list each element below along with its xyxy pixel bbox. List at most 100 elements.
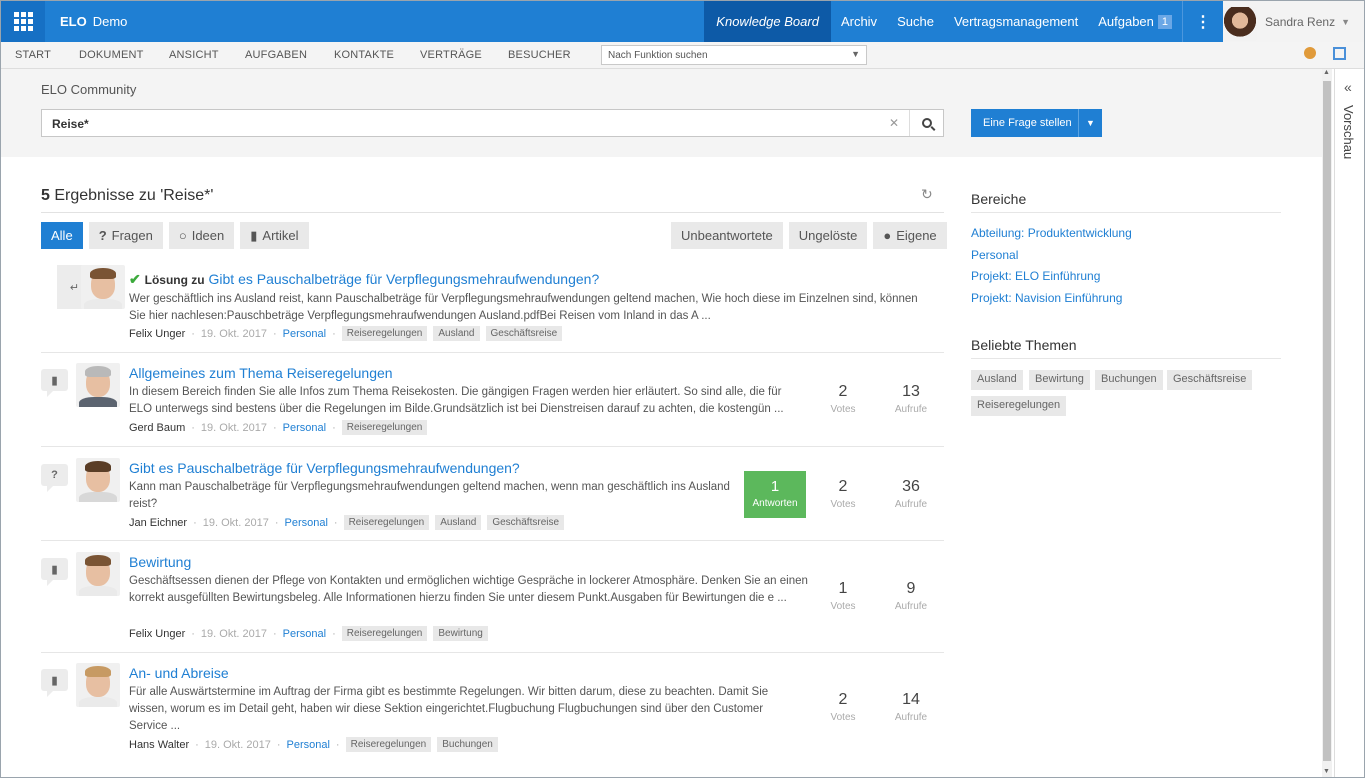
area-link-personal[interactable]: Personal <box>971 248 1018 262</box>
tag[interactable]: Geschäftsreise <box>487 515 565 530</box>
area-link-elo-einfuehrung[interactable]: Projekt: ELO Einführung <box>971 269 1100 283</box>
views-stat: 9 Aufrufe <box>881 580 941 612</box>
nav-aufgaben[interactable]: Aufgaben 1 <box>1088 1 1182 42</box>
scrollbar[interactable]: ▲ ▼ <box>1322 69 1332 777</box>
avatar <box>76 458 120 502</box>
votes-stat: 2 Votes <box>813 383 873 415</box>
tag[interactable]: Buchungen <box>437 737 498 752</box>
filter-tabs: Unbeantwortete Ungelöste ● Eigene <box>671 222 947 249</box>
area-link[interactable]: Personal <box>283 422 326 434</box>
tab-artikel[interactable]: ▮ Artikel <box>240 222 309 249</box>
filter-eigene[interactable]: ● Eigene <box>873 222 947 249</box>
topic-tag[interactable]: Bewirtung <box>1029 370 1090 390</box>
menu-aufgaben[interactable]: AUFGABEN <box>245 49 307 61</box>
answers-badge[interactable]: 1 Antworten <box>744 471 806 518</box>
plugin-icon[interactable] <box>1304 47 1316 59</box>
results-heading: 5 Ergebnisse zu 'Reise*' <box>41 187 213 205</box>
user-menu[interactable]: Sandra Renz ▼ <box>1223 1 1364 42</box>
list-item: ▮ Bewirtung Geschäftsessen dienen der Pf… <box>41 552 944 653</box>
nav-knowledge-board[interactable]: Knowledge Board <box>704 1 831 42</box>
scrollbar-thumb[interactable] <box>1323 81 1331 761</box>
menu-start[interactable]: START <box>15 49 51 61</box>
item-title[interactable]: An- und Abreise <box>129 665 229 681</box>
preview-panel[interactable]: « Vorschau <box>1334 69 1364 777</box>
filter-ungeloeste[interactable]: Ungelöste <box>788 222 868 249</box>
topic-tag[interactable]: Reiseregelungen <box>971 396 1067 416</box>
date: 19. Okt. 2017 <box>200 421 267 434</box>
tag[interactable]: Reiseregelungen <box>341 420 428 435</box>
avatar <box>76 363 120 407</box>
views-count: 36 <box>902 478 920 495</box>
area-link[interactable]: Personal <box>283 628 326 640</box>
author[interactable]: Felix Unger <box>129 328 185 340</box>
double-chevron-left-icon[interactable]: « <box>1344 79 1352 95</box>
area-link-produktentwicklung[interactable]: Abteilung: Produktentwicklung <box>971 226 1132 240</box>
item-title[interactable]: ✔ Lösung zu Gibt es Pauschalbeträge für … <box>129 271 599 288</box>
tag[interactable]: Ausland <box>435 515 482 530</box>
item-meta: Felix Unger · 19. Okt. 2017 · Personal · Re… <box>129 626 488 641</box>
scroll-down-icon[interactable]: ▼ <box>1323 768 1330 775</box>
nav-vertragsmanagement[interactable]: Vertragsmanagement <box>944 1 1088 42</box>
views-stat: 13 Aufrufe <box>881 383 941 415</box>
menu-kontakte[interactable]: KONTAKTE <box>334 49 394 61</box>
lightbulb-icon: ○ <box>178 228 187 243</box>
views-label: Aufrufe <box>894 601 928 612</box>
nav-archiv[interactable]: Archiv <box>831 1 887 42</box>
filter-eigene-label: Eigene <box>896 228 937 243</box>
topic-tag[interactable]: Buchungen <box>1095 370 1163 390</box>
tag[interactable]: Reiseregelungen <box>345 737 432 752</box>
item-title[interactable]: Gibt es Pauschalbeträge für Verpflegungs… <box>129 460 520 476</box>
tag[interactable]: Bewirtung <box>433 626 488 641</box>
function-search-select[interactable]: Nach Funktion suchen ▼ <box>601 45 867 65</box>
topic-tag[interactable]: Geschäftsreise <box>1167 370 1253 390</box>
list-item: ▮ Allgemeines zum Thema Reiseregelungen … <box>41 363 944 447</box>
tag[interactable]: Reiseregelungen <box>343 515 430 530</box>
area-link[interactable]: Personal <box>284 517 327 529</box>
question-icon: ? <box>41 464 68 492</box>
tag[interactable]: Ausland <box>433 326 480 341</box>
filter-unbeantwortete[interactable]: Unbeantwortete <box>671 222 783 249</box>
author[interactable]: Hans Walter <box>129 739 189 751</box>
votes-label: Votes <box>830 499 856 510</box>
more-menu-icon[interactable]: ⋮ <box>1183 1 1223 42</box>
menu-besucher[interactable]: BESUCHER <box>508 49 571 61</box>
item-title-text: Gibt es Pauschalbeträge für Verpflegungs… <box>208 271 600 287</box>
scroll-up-icon[interactable]: ▲ <box>1323 69 1330 76</box>
votes-label: Votes <box>830 404 856 415</box>
tab-alle[interactable]: Alle <box>41 222 83 249</box>
area-link[interactable]: Personal <box>283 328 326 340</box>
author[interactable]: Felix Unger <box>129 628 185 640</box>
clear-icon[interactable]: ✕ <box>889 116 899 130</box>
area-link[interactable]: Personal <box>287 739 330 751</box>
item-title[interactable]: Bewirtung <box>129 554 191 570</box>
area-link-navision-einfuehrung[interactable]: Projekt: Navision Einführung <box>971 291 1122 305</box>
check-icon: ✔ <box>129 271 141 287</box>
nav-suche[interactable]: Suche <box>887 1 944 42</box>
user-icon: ● <box>883 228 892 243</box>
author[interactable]: Gerd Baum <box>129 422 185 434</box>
app-launcher-icon[interactable] <box>1 1 45 42</box>
areas-heading: Bereiche <box>971 191 1027 207</box>
tab-fragen-label: Fragen <box>111 228 153 243</box>
item-meta: Jan Eichner · 19. Okt. 2017 · Personal · Re… <box>129 515 565 530</box>
search-input[interactable]: Reise* ✕ <box>41 109 944 137</box>
menu-ansicht[interactable]: ANSICHT <box>169 49 219 61</box>
item-title[interactable]: Allgemeines zum Thema Reiseregelungen <box>129 365 393 381</box>
refresh-icon[interactable]: ↻ <box>921 186 933 203</box>
user-name: Sandra Renz <box>1265 14 1336 29</box>
topic-tag[interactable]: Ausland <box>971 370 1023 390</box>
answers-count: 1 <box>770 478 780 495</box>
book-icon: ▮ <box>250 227 258 243</box>
tab-ideen[interactable]: ○ Ideen <box>168 222 235 249</box>
tab-fragen[interactable]: ? Fragen <box>88 222 163 249</box>
tag[interactable]: Geschäftsreise <box>485 326 563 341</box>
search-button[interactable] <box>909 110 943 136</box>
menu-dokument[interactable]: DOKUMENT <box>79 49 144 61</box>
menu-vertraege[interactable]: VERTRÄGE <box>420 49 482 61</box>
tag[interactable]: Reiseregelungen <box>341 326 428 341</box>
author[interactable]: Jan Eichner <box>129 517 187 529</box>
fullscreen-icon[interactable] <box>1333 47 1346 60</box>
tag[interactable]: Reiseregelungen <box>341 626 428 641</box>
chevron-down-icon[interactable]: ▼ <box>1078 109 1102 137</box>
ask-question-button[interactable]: Eine Frage stellen ▼ <box>971 109 1102 137</box>
